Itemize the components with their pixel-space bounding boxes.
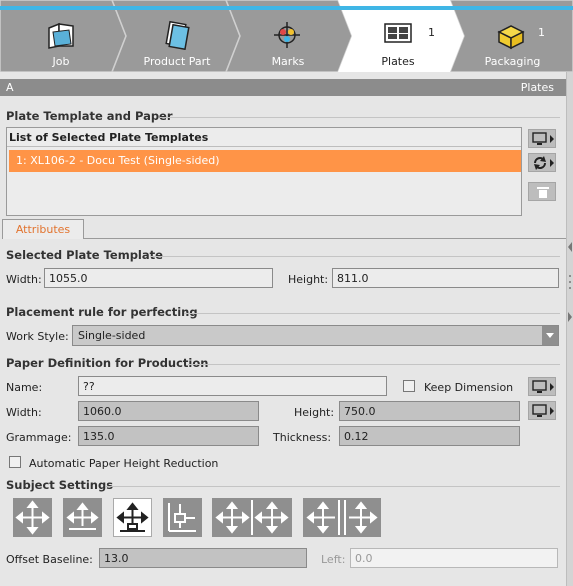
panel-header-right: Plates: [520, 81, 554, 94]
subject-split-gutter-button[interactable]: [303, 498, 381, 537]
monitor-icon: [532, 132, 547, 145]
grammage-field[interactable]: 135.0: [78, 426, 259, 446]
move-arrows-icon: [15, 500, 50, 535]
step-marks[interactable]: Marks: [232, 0, 344, 72]
section-subject-settings: Subject Settings: [6, 478, 114, 492]
keep-dimension-label: Keep Dimension: [424, 381, 514, 394]
plate-height-label: Height:: [288, 273, 329, 286]
paper-height-label: Height:: [294, 406, 335, 419]
keep-dimension-checkbox[interactable]: [403, 380, 415, 392]
step-packaging[interactable]: 1 Packaging: [452, 0, 573, 72]
work-style-select[interactable]: Single-sided: [72, 325, 559, 346]
plates-icon: [384, 23, 412, 43]
section-plate-template-paper: Plate Template and Paper: [6, 109, 173, 123]
marks-crosshair-icon: [274, 22, 300, 48]
subject-move-free-button[interactable]: [13, 498, 52, 537]
align-baseline-icon: [116, 502, 149, 532]
trash-icon: [537, 187, 549, 198]
paper-width-label: Width:: [6, 406, 42, 419]
step-packaging-label: Packaging: [484, 55, 541, 68]
divider: [160, 117, 560, 118]
delete-button[interactable]: [528, 182, 556, 201]
section-paper-definition: Paper Definition for Production: [6, 356, 209, 370]
plate-template-menu-button[interactable]: [528, 129, 556, 148]
split-gutter-icon: [306, 500, 378, 535]
grip-icon: [569, 275, 571, 289]
panel-header-left: A: [6, 81, 14, 94]
panel-header: A Plates: [0, 79, 566, 96]
chevron-down-icon[interactable]: [542, 326, 558, 345]
divider: [150, 256, 560, 257]
divider: [106, 486, 560, 487]
workflow-bar: Job Product Part Marks 1 Plates 1 Packag…: [0, 0, 573, 72]
split-horizontal-icon: [215, 500, 289, 535]
paper-name-label: Name:: [6, 381, 43, 394]
plate-template-list-header: List of Selected Plate Templates: [7, 128, 521, 147]
refresh-icon: [534, 156, 546, 170]
paper-menu-button[interactable]: [528, 377, 556, 396]
step-packaging-count: 1: [538, 26, 545, 39]
paper-height-field[interactable]: 750.0: [339, 401, 520, 421]
auto-paper-height-checkbox[interactable]: [9, 456, 21, 468]
side-resize-strip[interactable]: [566, 72, 573, 586]
paper-name-field[interactable]: ??: [78, 376, 387, 396]
thickness-field[interactable]: 0.12: [339, 426, 520, 446]
paper-width-field[interactable]: 1060.0: [78, 401, 259, 421]
step-job-label: Job: [52, 55, 70, 68]
subject-align-bottom-button[interactable]: [63, 498, 102, 537]
list-item[interactable]: 1: XL106-2 - Docu Test (Single-sided): [9, 150, 521, 172]
product-part-icon: [165, 20, 190, 50]
thickness-label: Thickness:: [273, 431, 332, 444]
divider: [184, 313, 560, 314]
paper-size-menu-button[interactable]: [528, 401, 556, 420]
step-plates[interactable]: 1 Plates: [342, 0, 454, 72]
step-plates-label: Plates: [381, 55, 415, 68]
step-plates-count: 1: [428, 26, 435, 39]
plate-template-list[interactable]: List of Selected Plate Templates 1: XL10…: [6, 127, 522, 216]
align-bottom-icon: [66, 502, 99, 530]
expand-arrow-icon: [568, 242, 572, 252]
tab-attributes[interactable]: Attributes: [2, 219, 84, 239]
step-product-part[interactable]: Product Part: [118, 0, 236, 72]
left-label: Left:: [321, 553, 346, 566]
tab-underline: [84, 238, 566, 239]
job-folder-icon: [48, 22, 74, 49]
grammage-label: Grammage:: [6, 431, 72, 444]
subject-align-baseline-button[interactable]: [113, 498, 152, 537]
section-placement-rule: Placement rule for perfecting: [6, 305, 198, 319]
subject-align-corner-button[interactable]: [163, 498, 202, 537]
step-marks-label: Marks: [271, 55, 305, 68]
divider: [188, 364, 560, 365]
plate-width-label: Width:: [6, 273, 42, 286]
refresh-button[interactable]: [528, 153, 556, 172]
subject-split-horizontal-button[interactable]: [212, 498, 292, 537]
monitor-icon: [532, 380, 547, 393]
left-field: 0.0: [350, 548, 558, 568]
align-corner-icon: [168, 503, 196, 532]
step-job[interactable]: Job: [0, 0, 122, 72]
work-style-value: Single-sided: [78, 329, 146, 342]
step-product-part-label: Product Part: [143, 55, 211, 68]
monitor-icon: [532, 404, 547, 417]
collapse-arrow-icon: [568, 312, 572, 322]
work-style-label: Work Style:: [6, 330, 69, 343]
offset-baseline-label: Offset Baseline:: [6, 553, 93, 566]
plate-height-field[interactable]: 811.0: [332, 268, 559, 288]
plate-width-field[interactable]: 1055.0: [44, 268, 273, 288]
section-selected-plate-template: Selected Plate Template: [6, 248, 163, 262]
packaging-icon: [497, 25, 525, 50]
offset-baseline-field[interactable]: 13.0: [99, 548, 307, 568]
auto-paper-height-label: Automatic Paper Height Reduction: [29, 457, 219, 470]
